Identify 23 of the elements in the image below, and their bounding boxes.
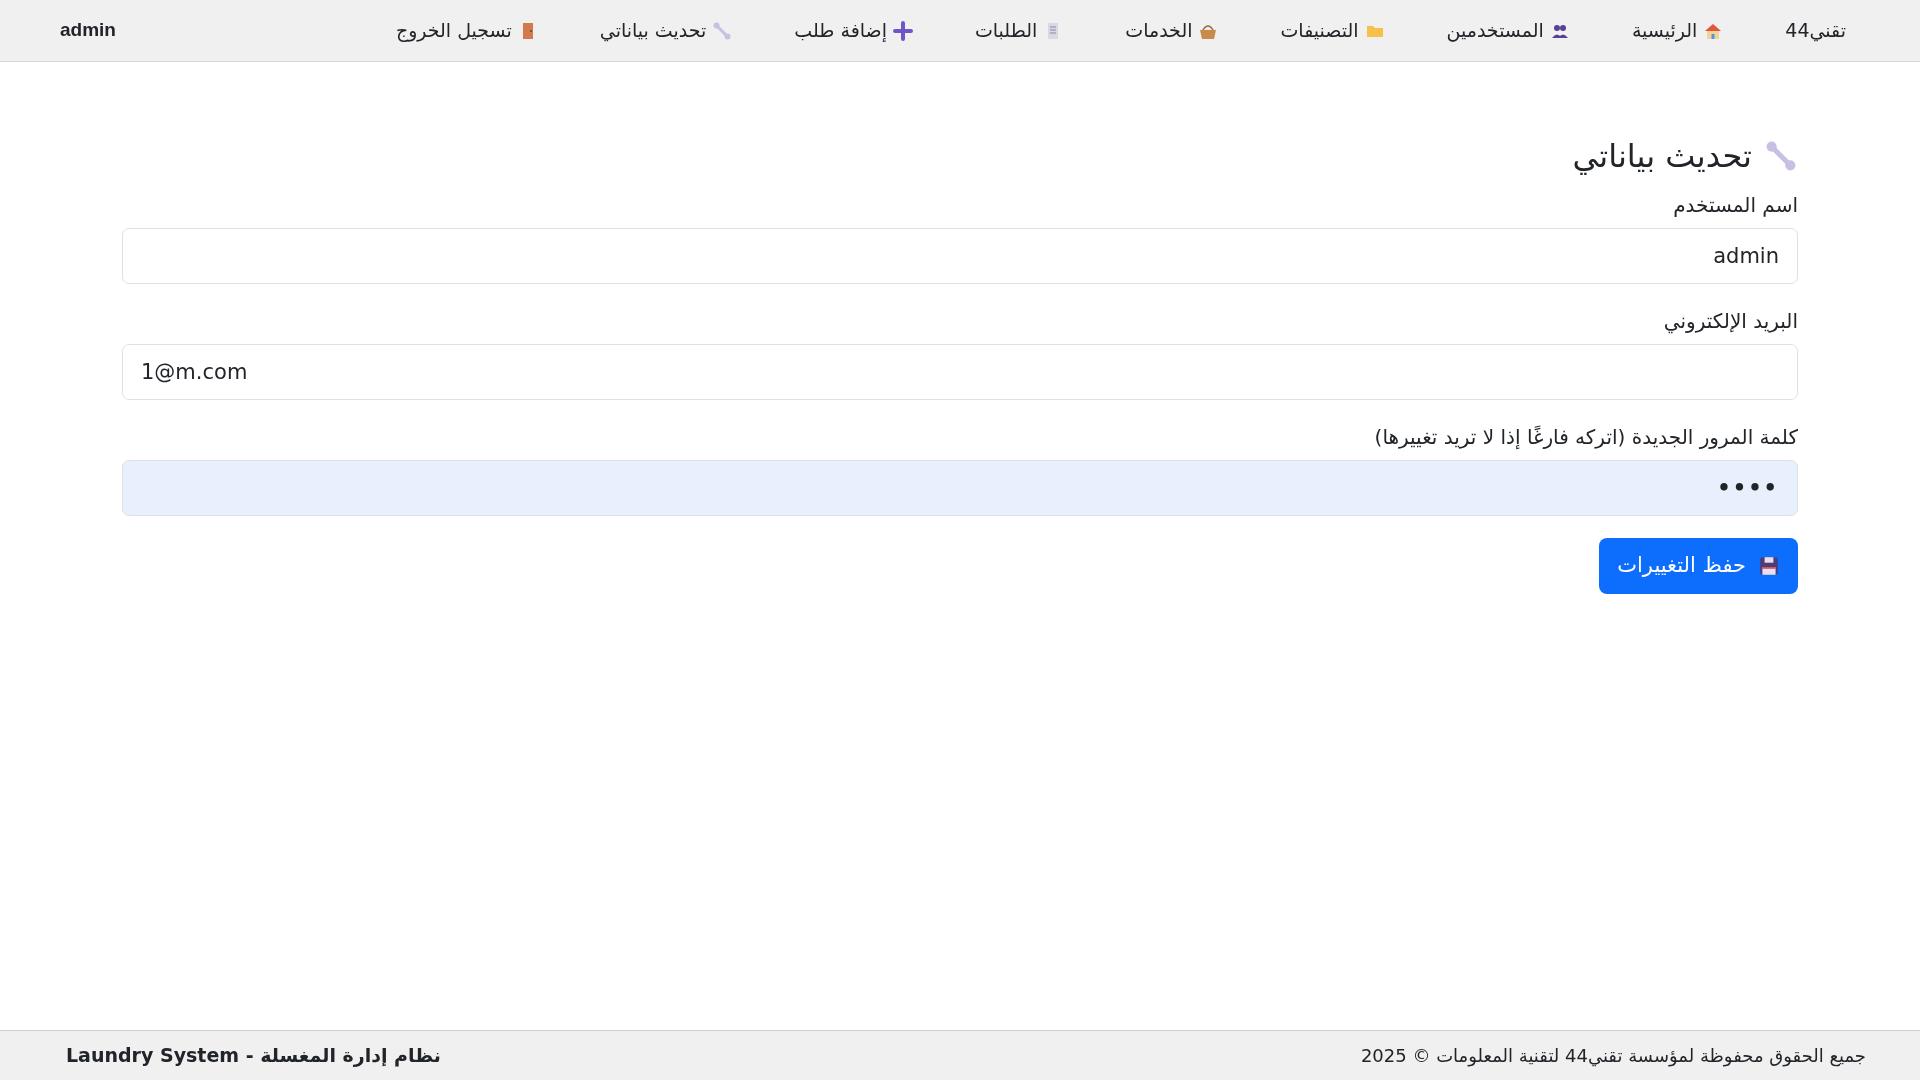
field-label: كلمة المرور الجديدة (اتركه فارغًا إذا لا تريد تغييرها) bbox=[1373, 424, 1798, 451]
input-field[interactable]: •••• bbox=[122, 460, 1798, 516]
brand-link[interactable]: تقني44 bbox=[1785, 16, 1846, 45]
field-label: اسم المستخدم bbox=[1672, 192, 1798, 219]
save-button[interactable]: حفظ التغييرات bbox=[1599, 538, 1798, 594]
input-field[interactable]: 1@m.com bbox=[122, 344, 1798, 400]
nav-link[interactable]: تحديث بياناتي bbox=[599, 16, 733, 45]
nav-link[interactable]: الطلبات bbox=[974, 16, 1064, 45]
nav-link[interactable]: تسجيل الخروج bbox=[395, 16, 538, 45]
nav-link[interactable]: إضافة طلب bbox=[794, 16, 913, 45]
nav-link[interactable]: المستخدمين bbox=[1446, 16, 1570, 45]
wrench-icon bbox=[1764, 139, 1798, 173]
field-label: البريد الإلكتروني bbox=[1662, 308, 1798, 336]
input-field[interactable]: admin bbox=[122, 228, 1798, 284]
page-title: تحديث بياناتي bbox=[1572, 136, 1752, 177]
wrench-icon bbox=[712, 20, 733, 41]
nav-link[interactable]: الخدمات bbox=[1125, 16, 1219, 45]
copyright-text: جميع الحقوق محفوظة لمؤسسة تقني44 لتقنية المعلومات © 2025 bbox=[1360, 1044, 1866, 1069]
system-name: نظام إدارة المغسلة - Laundry System bbox=[66, 1043, 441, 1069]
user-name: admin bbox=[60, 18, 116, 43]
plus-icon bbox=[892, 20, 913, 41]
nav-link[interactable]: الرئيسية bbox=[1631, 16, 1724, 45]
nav-link[interactable]: التصنيفات bbox=[1280, 16, 1385, 45]
